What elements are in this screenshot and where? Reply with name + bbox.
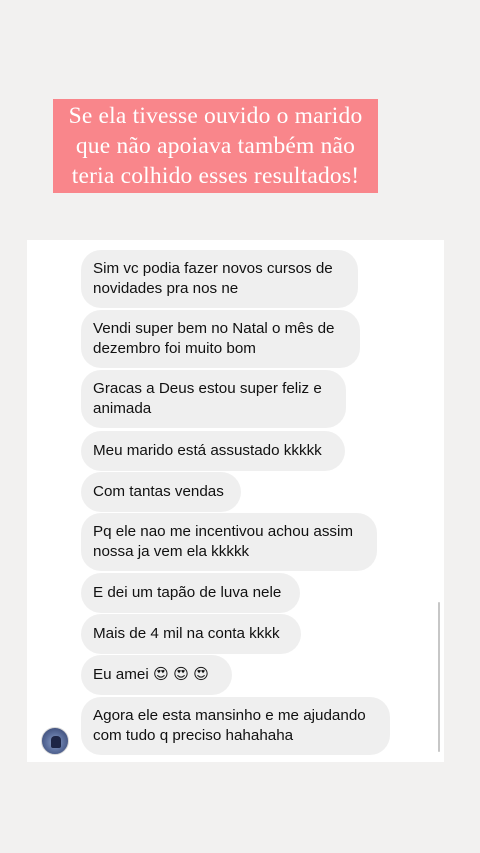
message-text: Meu marido está assustado kkkkk	[93, 442, 322, 459]
profile-avatar-icon[interactable]	[41, 727, 69, 755]
message-bubble[interactable]: Gracas a Deus estou super feliz e animad…	[81, 370, 346, 428]
message-bubble[interactable]: Vendi super bem no Natal o mês de dezemb…	[81, 310, 360, 368]
message-bubble[interactable]: E dei um tapão de luva nele	[81, 573, 300, 613]
caption-line: teria colhido esses resultados!	[71, 163, 360, 189]
message-text: Vendi super bem no Natal o mês de	[93, 320, 335, 337]
message-text: animada	[93, 400, 152, 417]
message-text: com tudo q preciso hahahaha	[93, 727, 294, 744]
chat-thread[interactable]: Sim vc podia fazer novos cursos de novid…	[27, 240, 444, 762]
caption-banner: Se ela tivesse ouvido o marido que não a…	[53, 99, 378, 193]
message-text: Com tantas vendas	[93, 483, 224, 500]
message-bubble[interactable]: Mais de 4 mil na conta kkkk	[81, 614, 301, 654]
message-text: dezembro foi muito bom	[93, 340, 256, 357]
message-text: Sim vc podia fazer novos cursos de	[93, 260, 333, 277]
caption-line: Se ela tivesse ouvido o marido	[68, 103, 363, 129]
message-text: novidades pra nos ne	[93, 280, 239, 297]
message-text: Mais de 4 mil na conta kkkk	[93, 625, 280, 642]
caption-line: que não apoiava também não	[75, 133, 356, 159]
message-text: nossa ja vem ela kkkkk	[93, 543, 250, 560]
message-bubble[interactable]: Pq ele nao me incentivou achou assim nos…	[81, 513, 377, 571]
message-text: Gracas a Deus estou super feliz e	[93, 380, 322, 397]
message-bubble[interactable]: Eu amei 😍 😍 😍	[81, 655, 232, 695]
message-text: E dei um tapão de luva nele	[93, 584, 282, 601]
message-bubble[interactable]: Agora ele esta mansinho e me ajudando co…	[81, 697, 390, 755]
message-text: Eu amei 😍 😍 😍	[93, 666, 209, 683]
message-bubble[interactable]: Meu marido está assustado kkkkk	[81, 431, 345, 471]
message-bubble[interactable]: Sim vc podia fazer novos cursos de novid…	[81, 250, 358, 308]
message-text: Agora ele esta mansinho e me ajudando	[93, 707, 366, 724]
message-bubble[interactable]: Com tantas vendas	[81, 472, 241, 512]
message-text: Pq ele nao me incentivou achou assim	[93, 523, 354, 540]
chat-scrollbar[interactable]	[438, 602, 440, 752]
